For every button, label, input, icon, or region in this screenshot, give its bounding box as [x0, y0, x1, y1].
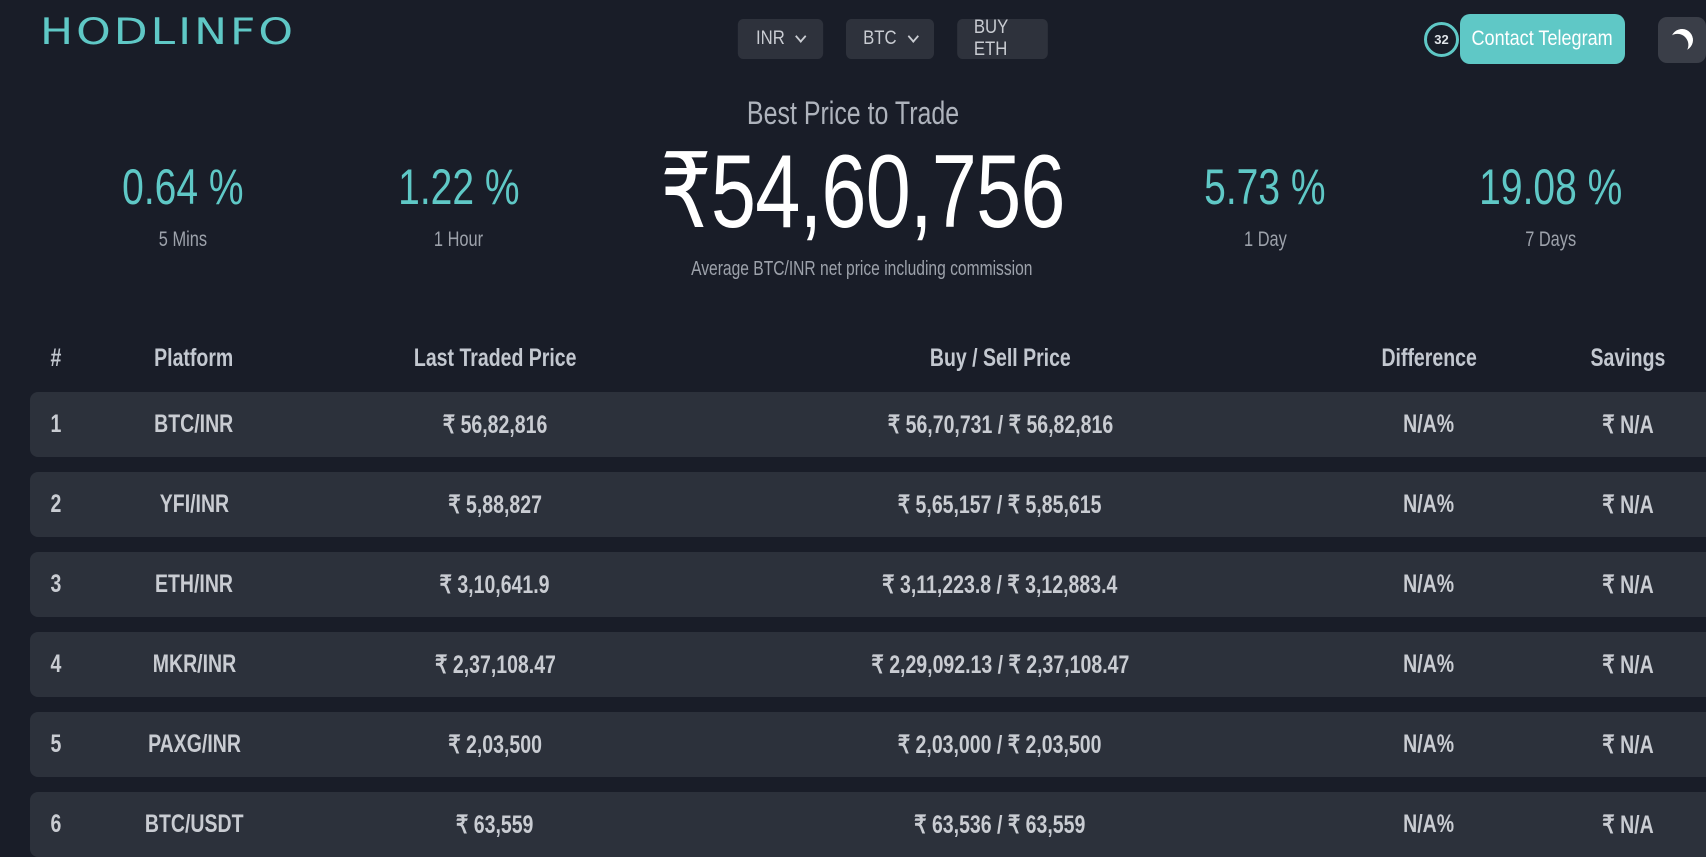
- row-savings: ₹ N/A: [1602, 491, 1654, 519]
- row-savings: ₹ N/A: [1602, 811, 1654, 839]
- table-row: 1 BTC/INR ₹ 56,82,816 ₹ 56,70,731 / ₹ 56…: [30, 392, 1706, 457]
- coin-select[interactable]: BTC: [846, 19, 934, 59]
- row-difference: N/A%: [1403, 570, 1455, 598]
- row-last-price: ₹ 56,82,816: [442, 411, 548, 439]
- stat-5-mins: 0.64 % 5 Mins: [63, 158, 303, 252]
- header-difference: Difference: [1381, 344, 1477, 372]
- row-number: 5: [50, 730, 62, 758]
- row-difference: N/A%: [1403, 810, 1455, 838]
- top-bar: HODLINFO INR BTC BUY ETH 32 Contact Tele…: [0, 0, 1706, 90]
- row-savings: ₹ N/A: [1602, 731, 1654, 759]
- stat-percent: 0.64 %: [122, 159, 244, 215]
- row-number: 2: [50, 490, 62, 518]
- row-difference: N/A%: [1403, 490, 1455, 518]
- row-last-price: ₹ 2,37,108.47: [434, 651, 556, 679]
- header-last-traded-price: Last Traded Price: [413, 344, 577, 372]
- row-platform: BTC/INR: [154, 410, 234, 438]
- row-difference: N/A%: [1403, 730, 1455, 758]
- stat-1-day: 5.73 % 1 Day: [1145, 158, 1385, 252]
- row-platform: ETH/INR: [155, 570, 233, 598]
- currency-select[interactable]: INR: [737, 19, 824, 59]
- header-platform: Platform: [154, 344, 234, 372]
- row-last-price: ₹ 63,559: [456, 811, 534, 839]
- row-number: 4: [50, 650, 62, 678]
- row-savings: ₹ N/A: [1602, 651, 1654, 679]
- refresh-timer: 32: [1424, 22, 1459, 57]
- row-savings: ₹ N/A: [1602, 411, 1654, 439]
- table-row: 3 ETH/INR ₹ 3,10,641.9 ₹ 3,11,223.8 / ₹ …: [30, 552, 1706, 617]
- row-number: 6: [50, 810, 62, 838]
- stat-label: 7 Days: [1525, 228, 1577, 251]
- row-last-price: ₹ 3,10,641.9: [439, 571, 550, 599]
- chevron-down-icon: [907, 30, 919, 43]
- stat-label: 1 Hour: [434, 228, 484, 251]
- row-buy-sell: ₹ 5,65,157 / ₹ 5,85,615: [898, 491, 1102, 519]
- table-row: 2 YFI/INR ₹ 5,88,827 ₹ 5,65,157 / ₹ 5,85…: [30, 472, 1706, 537]
- theme-toggle-button[interactable]: [1658, 17, 1706, 63]
- table-row: 5 PAXG/INR ₹ 2,03,500 ₹ 2,03,000 / ₹ 2,0…: [30, 712, 1706, 777]
- table-header: # Platform Last Traded Price Buy / Sell …: [0, 344, 1706, 380]
- contact-telegram-label: Contact Telegram: [1471, 27, 1614, 50]
- stat-label: 5 Mins: [158, 228, 208, 251]
- stat-percent: 1.22 %: [398, 159, 520, 215]
- table-row: 4 MKR/INR ₹ 2,37,108.47 ₹ 2,29,092.13 / …: [30, 632, 1706, 697]
- stat-label: 1 Day: [1243, 228, 1287, 251]
- row-buy-sell: ₹ 56,70,731 / ₹ 56,82,816: [887, 411, 1113, 439]
- row-buy-sell: ₹ 63,536 / ₹ 63,559: [914, 811, 1086, 839]
- chevron-down-icon: [795, 30, 807, 43]
- stat-7-days: 19.08 % 7 Days: [1431, 158, 1671, 252]
- row-number: 1: [50, 410, 62, 438]
- row-last-price: ₹ 5,88,827: [448, 491, 542, 519]
- row-platform: BTC/USDT: [144, 810, 244, 838]
- row-buy-sell: ₹ 3,11,223.8 / ₹ 3,12,883.4: [882, 571, 1118, 599]
- row-savings: ₹ N/A: [1602, 571, 1654, 599]
- row-difference: N/A%: [1403, 410, 1455, 438]
- header-buy-sell-price: Buy / Sell Price: [929, 344, 1071, 372]
- stat-percent: 5.73 %: [1204, 159, 1326, 215]
- row-difference: N/A%: [1403, 650, 1455, 678]
- buy-eth-button[interactable]: BUY ETH: [957, 17, 1048, 60]
- top-controls: INR BTC BUY ETH: [732, 17, 1054, 60]
- stat-1-hour: 1.22 % 1 Hour: [339, 158, 579, 252]
- coin-select-label: BTC: [863, 28, 897, 49]
- best-price-note: Average BTC/INR net price including comm…: [691, 258, 1033, 280]
- row-platform: PAXG/INR: [147, 730, 241, 758]
- buy-eth-label: BUY ETH: [973, 17, 1008, 60]
- best-price-section: Best Price to Trade ₹54,60,756 Average B…: [0, 90, 1706, 310]
- table-row: 6 BTC/USDT ₹ 63,559 ₹ 63,536 / ₹ 63,559 …: [30, 792, 1706, 857]
- row-platform: YFI/INR: [159, 490, 229, 518]
- row-buy-sell: ₹ 2,03,000 / ₹ 2,03,500: [898, 731, 1102, 759]
- moon-icon: [1668, 26, 1696, 54]
- row-buy-sell: ₹ 2,29,092.13 / ₹ 2,37,108.47: [871, 651, 1129, 679]
- row-last-price: ₹ 2,03,500: [448, 731, 542, 759]
- best-price-subtitle: Best Price to Trade: [746, 95, 960, 131]
- header-number: #: [50, 344, 62, 372]
- row-number: 3: [50, 570, 62, 598]
- contact-telegram-button[interactable]: Contact Telegram: [1460, 14, 1625, 64]
- currency-select-label: INR: [755, 28, 785, 49]
- stat-percent: 19.08 %: [1479, 159, 1623, 215]
- row-platform: MKR/INR: [152, 650, 236, 678]
- logo[interactable]: HODLINFO: [40, 11, 296, 53]
- header-savings: Savings: [1590, 344, 1666, 372]
